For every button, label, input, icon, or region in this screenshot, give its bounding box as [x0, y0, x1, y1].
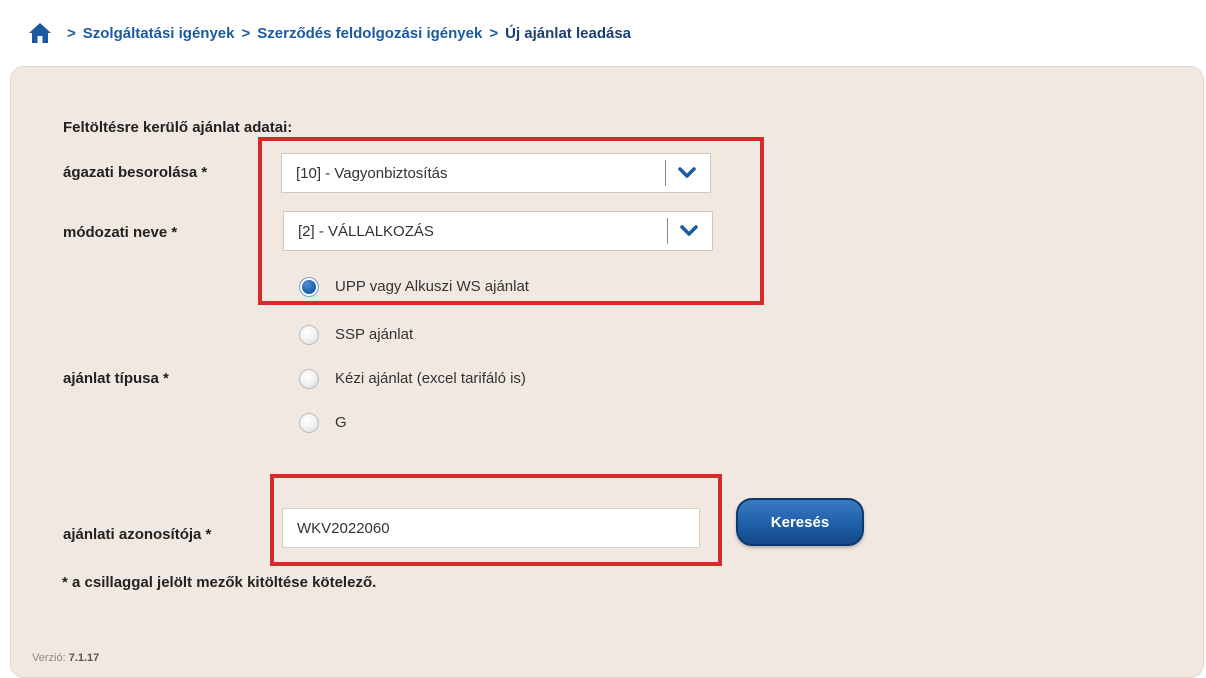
search-button[interactable]: Keresés	[736, 498, 864, 546]
radio-icon[interactable]	[299, 369, 319, 389]
version-number: 7.1.17	[68, 652, 100, 664]
home-icon[interactable]	[28, 22, 52, 44]
radio-icon[interactable]	[299, 413, 319, 433]
breadcrumb-separator: >	[67, 25, 76, 42]
version-info: Verzió: 7.1.17	[32, 652, 99, 664]
offer-type-label: ajánlat típusa *	[63, 370, 169, 387]
breadcrumb-separator: >	[489, 25, 499, 42]
highlight-box-offer-id	[270, 474, 722, 566]
breadcrumb: > Szolgáltatási igények > Szerződés feldolg…	[0, 0, 1206, 62]
version-label: Verzió:	[32, 652, 66, 664]
breadcrumb-item-current: Új ajánlat leadása	[505, 25, 632, 42]
offer-id-label: ajánlati azonosítója *	[63, 526, 212, 543]
required-fields-note: * a csillaggal jelölt mezők kitöltése kö…	[62, 574, 377, 591]
radio-icon[interactable]	[299, 325, 319, 345]
branch-label: ágazati besorolása *	[63, 164, 208, 181]
radio-label: SSP ajánlat	[335, 326, 414, 343]
section-title: Feltöltésre kerülő ajánlat adatai:	[63, 119, 293, 136]
breadcrumb-item-szolgaltatasi-igenyek[interactable]: Szolgáltatási igények	[83, 25, 235, 42]
radio-label: Kézi ajánlat (excel tarifáló is)	[335, 370, 526, 387]
radio-label: G	[335, 414, 347, 431]
breadcrumb-item-szerzodes-feldolgozasi-igenyek[interactable]: Szerződés feldolgozási igények	[257, 25, 482, 42]
breadcrumb-separator: >	[241, 25, 251, 42]
highlight-box-selects	[258, 137, 764, 305]
product-label: módozati neve *	[63, 224, 178, 241]
